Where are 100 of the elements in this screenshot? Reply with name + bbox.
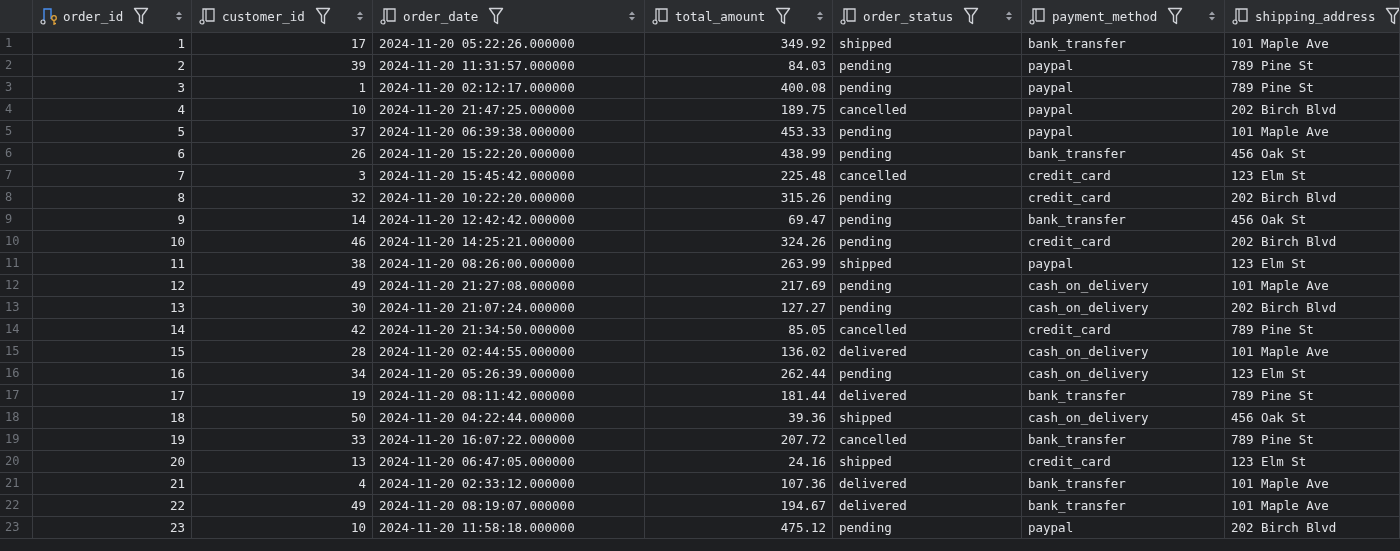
table-cell: paypal xyxy=(1022,253,1225,275)
table-cell: 34 xyxy=(192,363,373,385)
table-cell: 8 xyxy=(33,187,192,209)
table-cell: pending xyxy=(833,77,1022,99)
table-cell: 2024-11-20 02:33:12.000000 xyxy=(373,473,645,495)
table-cell: paypal xyxy=(1022,517,1225,539)
table-cell: 50 xyxy=(192,407,373,429)
table-cell: 324.26 xyxy=(645,231,833,253)
column-header[interactable]: total_amount xyxy=(645,0,833,33)
table-cell: 438.99 xyxy=(645,143,833,165)
column-name: payment_method xyxy=(1052,8,1158,24)
table-cell: 49 xyxy=(192,495,373,517)
column-header[interactable]: order_id xyxy=(33,0,192,33)
table-cell: 263.99 xyxy=(645,253,833,275)
table-cell: 5 xyxy=(33,121,192,143)
row-number: 20 xyxy=(0,451,33,473)
row-number: 2 xyxy=(0,55,33,77)
table-cell: 101 Maple Ave xyxy=(1225,275,1400,297)
table-cell: 789 Pine St xyxy=(1225,319,1400,341)
row-number: 4 xyxy=(0,99,33,121)
table-cell: pending xyxy=(833,121,1022,143)
row-number: 16 xyxy=(0,363,33,385)
table-cell: 19 xyxy=(192,385,373,407)
row-number: 5 xyxy=(0,121,33,143)
table-cell: 14 xyxy=(33,319,192,341)
table-cell: paypal xyxy=(1022,121,1225,143)
filter-icon[interactable] xyxy=(775,7,792,25)
table-cell: 202 Birch Blvd xyxy=(1225,517,1400,539)
row-number: 7 xyxy=(0,165,33,187)
table-cell: 123 Elm St xyxy=(1225,451,1400,473)
table-cell: 7 xyxy=(33,165,192,187)
table-cell: 2024-11-20 21:47:25.000000 xyxy=(373,99,645,121)
column-header[interactable]: order_status xyxy=(833,0,1022,33)
table-cell: 2024-11-20 16:07:22.000000 xyxy=(373,429,645,451)
table-cell: pending xyxy=(833,209,1022,231)
column-header[interactable]: order_date xyxy=(373,0,645,33)
table-cell: cash_on_delivery xyxy=(1022,363,1225,385)
table-cell: 101 Maple Ave xyxy=(1225,495,1400,517)
column-icon xyxy=(839,6,859,26)
column-header[interactable]: customer_id xyxy=(192,0,373,33)
table-cell: 2024-11-20 21:07:24.000000 xyxy=(373,297,645,319)
table-cell: 456 Oak St xyxy=(1225,143,1400,165)
table-cell: 24.16 xyxy=(645,451,833,473)
column-header[interactable]: payment_method xyxy=(1022,0,1225,33)
table-cell: 9 xyxy=(33,209,192,231)
table-cell: 2024-11-20 08:11:42.000000 xyxy=(373,385,645,407)
table-cell: 2024-11-20 15:45:42.000000 xyxy=(373,165,645,187)
row-number: 14 xyxy=(0,319,33,341)
sort-icon[interactable] xyxy=(816,10,824,22)
table-cell: bank_transfer xyxy=(1022,473,1225,495)
sort-icon[interactable] xyxy=(628,10,636,22)
table-cell: 32 xyxy=(192,187,373,209)
table-cell: 33 xyxy=(192,429,373,451)
filter-icon[interactable] xyxy=(963,7,980,25)
table-cell: pending xyxy=(833,297,1022,319)
table-cell: 315.26 xyxy=(645,187,833,209)
table-cell: cancelled xyxy=(833,429,1022,451)
table-cell: credit_card xyxy=(1022,187,1225,209)
filter-icon[interactable] xyxy=(314,7,331,25)
filter-icon[interactable] xyxy=(133,7,150,25)
table-cell: 30 xyxy=(192,297,373,319)
table-cell: bank_transfer xyxy=(1022,385,1225,407)
table-cell: pending xyxy=(833,517,1022,539)
table-cell: 107.36 xyxy=(645,473,833,495)
row-number: 22 xyxy=(0,495,33,517)
table-cell: 207.72 xyxy=(645,429,833,451)
table-cell: 38 xyxy=(192,253,373,275)
table-cell: pending xyxy=(833,231,1022,253)
sort-icon[interactable] xyxy=(1005,10,1013,22)
sort-icon[interactable] xyxy=(356,10,364,22)
table-cell: cash_on_delivery xyxy=(1022,275,1225,297)
table-cell: 194.67 xyxy=(645,495,833,517)
table-cell: pending xyxy=(833,187,1022,209)
table-cell: bank_transfer xyxy=(1022,495,1225,517)
row-number: 17 xyxy=(0,385,33,407)
table-cell: 13 xyxy=(33,297,192,319)
column-header[interactable]: shipping_address xyxy=(1225,0,1400,33)
filter-icon[interactable] xyxy=(1385,7,1399,25)
table-cell: delivered xyxy=(833,341,1022,363)
column-icon xyxy=(1231,6,1251,26)
row-number: 8 xyxy=(0,187,33,209)
table-cell: cash_on_delivery xyxy=(1022,297,1225,319)
filter-icon[interactable] xyxy=(1167,7,1184,25)
table-cell: pending xyxy=(833,55,1022,77)
sort-icon[interactable] xyxy=(175,10,183,22)
column-icon xyxy=(379,6,399,26)
filter-icon[interactable] xyxy=(488,7,505,25)
table-cell: cancelled xyxy=(833,319,1022,341)
table-cell: 101 Maple Ave xyxy=(1225,33,1400,55)
row-number: 21 xyxy=(0,473,33,495)
table-cell: 202 Birch Blvd xyxy=(1225,99,1400,121)
table-cell: bank_transfer xyxy=(1022,209,1225,231)
column-icon xyxy=(1028,6,1048,26)
table-cell: 181.44 xyxy=(645,385,833,407)
column-icon xyxy=(198,6,218,26)
row-number: 23 xyxy=(0,517,33,539)
sort-icon[interactable] xyxy=(1208,10,1216,22)
table-cell: shipped xyxy=(833,451,1022,473)
table-cell: bank_transfer xyxy=(1022,429,1225,451)
row-number: 9 xyxy=(0,209,33,231)
